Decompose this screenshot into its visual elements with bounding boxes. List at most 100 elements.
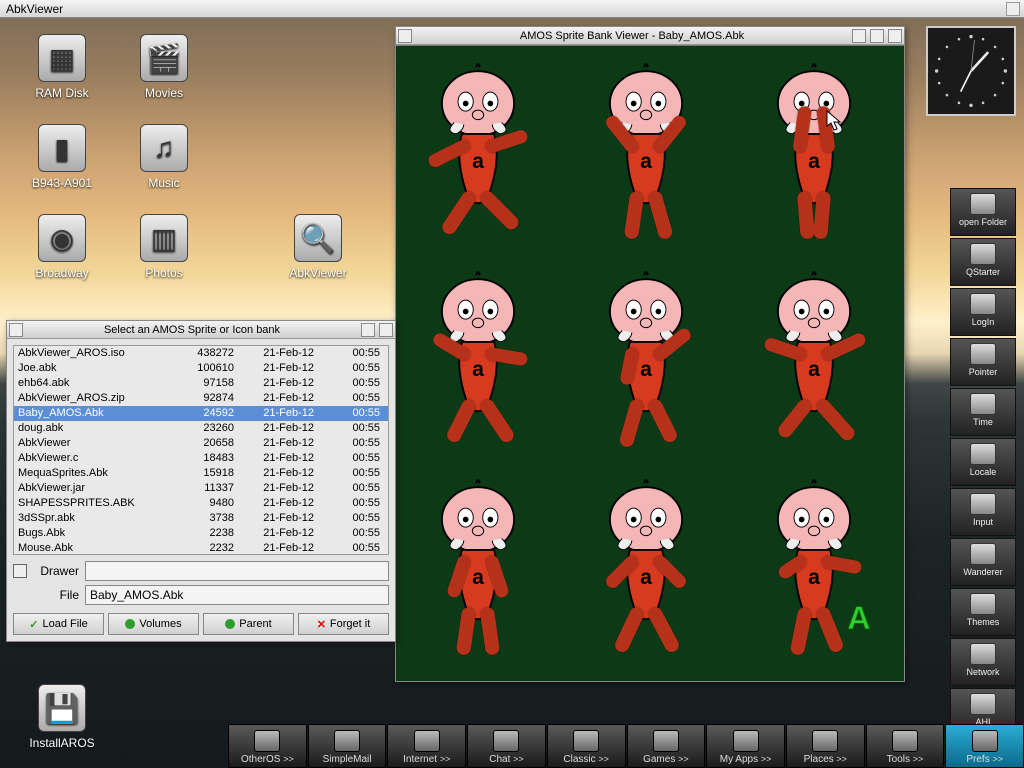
file-input[interactable]	[85, 585, 389, 605]
forget-it-button[interactable]: ✕ Forget it	[298, 613, 389, 635]
file-selector-window: Select an AMOS Sprite or Icon bank AbkVi…	[6, 320, 396, 642]
tools-icon	[892, 730, 918, 752]
prefs-icon	[972, 730, 998, 752]
ahi-icon	[970, 693, 996, 715]
icon-label: Photos	[122, 266, 206, 280]
drawer-checkbox[interactable]	[13, 564, 27, 578]
taskbar-item-otheros[interactable]: OtherOS >>	[228, 724, 307, 768]
file-row[interactable]: ehb64.abk9715821-Feb-1200:55	[14, 376, 388, 391]
file-row[interactable]: AbkViewer.c1848321-Feb-1200:55	[14, 451, 388, 466]
file-list[interactable]: AbkViewer_AROS.iso43827221-Feb-1200:55Jo…	[13, 345, 389, 555]
login-icon	[970, 293, 996, 315]
file-row[interactable]: Joe.abk10061021-Feb-1200:55	[14, 361, 388, 376]
file-row[interactable]: AbkViewer.jar1133721-Feb-1200:55	[14, 481, 388, 496]
depth-gadget[interactable]	[379, 323, 393, 337]
svg-text:a: a	[472, 566, 484, 589]
taskbar-item-tools[interactable]: Tools >>	[866, 724, 945, 768]
zoom-gadget[interactable]	[870, 29, 884, 43]
dock-item-wanderer[interactable]: Wanderer	[950, 538, 1016, 586]
drawer-input[interactable]	[85, 561, 389, 581]
sprite-frame: a	[744, 56, 884, 246]
wanderer-icon	[970, 543, 996, 565]
sprite-frame: a	[408, 56, 548, 246]
taskbar-item-classic[interactable]: Classic >>	[547, 724, 626, 768]
file-selector-title: Select an AMOS Sprite or Icon bank	[25, 324, 359, 336]
icon-label: B943-A901	[20, 176, 104, 190]
file-row[interactable]: 3dSSpr.abk373821-Feb-1200:55	[14, 511, 388, 526]
file-row[interactable]: SHAPESSPRITES.ABK948021-Feb-1200:55	[14, 496, 388, 511]
desktop-icon-photos[interactable]: ▥Photos	[122, 214, 206, 280]
volumes-button[interactable]: Volumes	[108, 613, 199, 635]
file-row[interactable]: AbkViewer_AROS.iso43827221-Feb-1200:55	[14, 346, 388, 361]
dock-item-themes[interactable]: Themes	[950, 588, 1016, 636]
dock-item-open-folder[interactable]: open Folder	[950, 188, 1016, 236]
taskbar-item-prefs[interactable]: Prefs >>	[945, 724, 1024, 768]
svg-text:a: a	[640, 566, 652, 589]
close-gadget[interactable]	[398, 29, 412, 43]
desktop-icon-ram-disk[interactable]: ▦RAM Disk	[20, 34, 104, 100]
file-row[interactable]: Bugs.Abk223821-Feb-1200:55	[14, 526, 388, 541]
iconify-gadget[interactable]	[361, 323, 375, 337]
file-label: File	[31, 588, 85, 602]
sprite-frame: a	[744, 264, 884, 454]
taskbar-item-simplemail[interactable]: SimpleMail	[308, 724, 387, 768]
sprite-viewer-titlebar[interactable]: AMOS Sprite Bank Viewer - Baby_AMOS.Abk	[396, 27, 904, 45]
screen-depth-gadget[interactable]	[1006, 2, 1020, 16]
movies-icon: 🎬	[140, 34, 188, 82]
svg-text:a: a	[640, 150, 652, 173]
file-row[interactable]: Mouse.Abk223221-Feb-1200:55	[14, 541, 388, 555]
file-selector-titlebar[interactable]: Select an AMOS Sprite or Icon bank	[7, 321, 395, 339]
dot-icon	[125, 619, 135, 629]
taskbar-item-places[interactable]: Places >>	[786, 724, 865, 768]
taskbar-item-games[interactable]: Games >>	[627, 724, 706, 768]
desktop-icon-movies[interactable]: 🎬Movies	[122, 34, 206, 100]
clock-widget	[926, 26, 1016, 116]
load-file-button[interactable]: ✓ Load File	[13, 613, 104, 635]
places-icon	[812, 730, 838, 752]
sprite-frame: aA	[744, 472, 884, 662]
dock-item-network[interactable]: Network	[950, 638, 1016, 686]
dock-item-time[interactable]: Time	[950, 388, 1016, 436]
open-folder-icon	[970, 193, 996, 215]
taskbar-item-internet[interactable]: Internet >>	[387, 724, 466, 768]
dock-item-login[interactable]: LogIn	[950, 288, 1016, 336]
dock-item-locale[interactable]: Locale	[950, 438, 1016, 486]
file-row[interactable]: doug.abk2326021-Feb-1200:55	[14, 421, 388, 436]
icon-label: RAM Disk	[20, 86, 104, 100]
dot-icon	[225, 619, 235, 629]
svg-text:a: a	[472, 358, 484, 381]
desktop-icon-usb-drive[interactable]: ▮ B943-A901	[20, 124, 104, 190]
usb-drive-icon: ▮	[38, 124, 86, 172]
installaros-icon: 💾	[38, 684, 86, 732]
parent-button[interactable]: Parent	[203, 613, 294, 635]
desktop-icon-installaros[interactable]: 💾InstallAROS	[20, 684, 104, 750]
iconify-gadget[interactable]	[852, 29, 866, 43]
taskbar-item-myapps[interactable]: My Apps >>	[706, 724, 785, 768]
input-icon	[970, 493, 996, 515]
close-gadget[interactable]	[9, 323, 23, 337]
myapps-icon	[733, 730, 759, 752]
dock-item-input[interactable]: Input	[950, 488, 1016, 536]
file-row[interactable]: AbkViewer2065821-Feb-1200:55	[14, 436, 388, 451]
menubar-title: AbkViewer	[6, 0, 63, 17]
cross-icon: ✕	[317, 618, 326, 631]
menubar[interactable]: AbkViewer	[0, 0, 1024, 18]
desktop-icon-music[interactable]: ♫Music	[122, 124, 206, 190]
sprite-canvas: aaaaaaaaaA	[396, 45, 904, 681]
desktop-icon-broadway[interactable]: ◉Broadway	[20, 214, 104, 280]
dock-item-pointer[interactable]: Pointer	[950, 338, 1016, 386]
desktop-icon-abkviewer[interactable]: 🔍AbkViewer	[276, 214, 360, 280]
music-icon: ♫	[140, 124, 188, 172]
file-row[interactable]: Baby_AMOS.Abk2459221-Feb-1200:55	[14, 406, 388, 421]
sprite-frame: a	[408, 264, 548, 454]
depth-gadget[interactable]	[888, 29, 902, 43]
internet-icon	[414, 730, 440, 752]
taskbar-item-chat[interactable]: Chat >>	[467, 724, 546, 768]
prefs-dock: open FolderQStarterLogInPointerTimeLocal…	[950, 188, 1016, 738]
svg-text:a: a	[808, 358, 820, 381]
pointer-icon	[970, 343, 996, 365]
file-row[interactable]: AbkViewer_AROS.zip9287421-Feb-1200:55	[14, 391, 388, 406]
sprite-viewer-title: AMOS Sprite Bank Viewer - Baby_AMOS.Abk	[414, 30, 850, 42]
file-row[interactable]: MequaSprites.Abk1591821-Feb-1200:55	[14, 466, 388, 481]
dock-item-qstarter[interactable]: QStarter	[950, 238, 1016, 286]
